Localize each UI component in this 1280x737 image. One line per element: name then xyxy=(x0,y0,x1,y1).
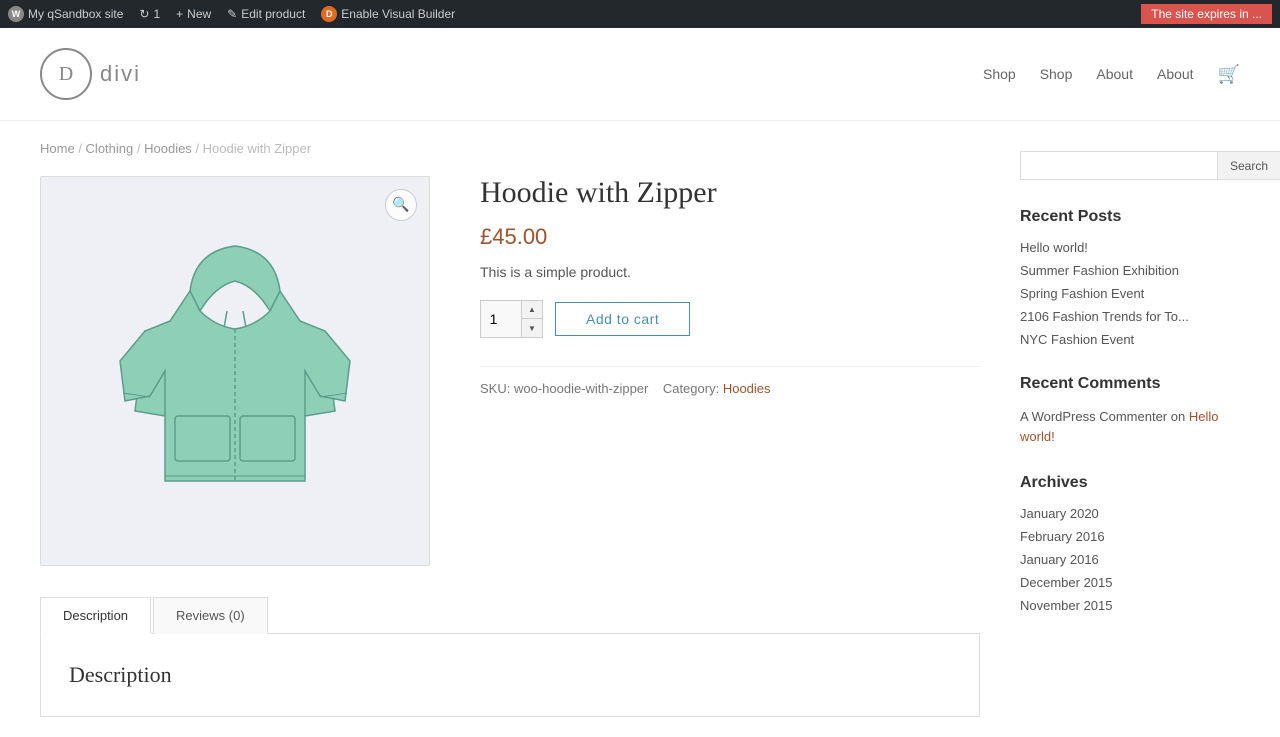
product-info: Hoodie with Zipper £45.00 This is a simp… xyxy=(480,176,980,566)
logo[interactable]: D divi xyxy=(40,48,141,100)
sidebar-recent-comments: Recent Comments A WordPress Commenter on… xyxy=(1020,375,1240,446)
zoom-icon[interactable]: 🔍 xyxy=(385,189,417,221)
admin-new-label: New xyxy=(187,7,211,21)
admin-pencil-icon: ✎ xyxy=(227,7,237,21)
sidebar: Search Recent Posts Hello world! Summer … xyxy=(1020,141,1240,717)
admin-vb-label: Enable Visual Builder xyxy=(341,7,455,21)
logo-text: divi xyxy=(100,61,141,87)
admin-vb[interactable]: D Enable Visual Builder xyxy=(321,6,455,22)
sidebar-archives: Archives January 2020 February 2016 Janu… xyxy=(1020,474,1240,613)
breadcrumb-sep-3: / xyxy=(195,141,202,156)
product-description: This is a simple product. xyxy=(480,264,980,280)
admin-wp-icon: W xyxy=(8,6,24,22)
product-image-area: 🔍 xyxy=(40,176,440,566)
admin-plus-icon: + xyxy=(176,7,183,21)
admin-site-label: My qSandbox site xyxy=(28,7,123,21)
admin-edit-label: Edit product xyxy=(241,7,305,21)
product-image-svg xyxy=(115,231,355,511)
cart-icon[interactable]: 🛒 xyxy=(1218,64,1240,85)
admin-edit[interactable]: ✎ Edit product xyxy=(227,7,305,21)
product-meta: SKU: woo-hoodie-with-zipper Category: Ho… xyxy=(480,366,980,396)
archive-1[interactable]: February 2016 xyxy=(1020,529,1240,544)
tabs-area: Description Reviews (0) Description xyxy=(40,596,980,717)
recent-post-3[interactable]: 2106 Fashion Trends for To... xyxy=(1020,309,1240,324)
category-link[interactable]: Hoodies xyxy=(723,381,771,396)
breadcrumb-current: Hoodie with Zipper xyxy=(203,141,311,156)
category-label: Category: xyxy=(663,381,719,396)
archive-3[interactable]: December 2015 xyxy=(1020,575,1240,590)
qty-down-button[interactable]: ▼ xyxy=(522,319,542,337)
nav-about-2[interactable]: About xyxy=(1157,66,1194,82)
product-layout: 🔍 xyxy=(40,176,980,566)
admin-bar: W My qSandbox site ↻ 1 + New ✎ Edit prod… xyxy=(0,0,1280,28)
recent-post-0[interactable]: Hello world! xyxy=(1020,240,1240,255)
content-area: Home / Clothing / Hoodies / Hoodie with … xyxy=(40,141,980,717)
breadcrumb-home[interactable]: Home xyxy=(40,141,75,156)
main-nav: Shop Shop About About 🛒 xyxy=(983,64,1240,85)
breadcrumb-hoodies[interactable]: Hoodies xyxy=(144,141,192,156)
sidebar-search: Search xyxy=(1020,151,1240,180)
product-title: Hoodie with Zipper xyxy=(480,176,980,210)
qty-arrows: ▲ ▼ xyxy=(521,301,542,337)
search-input[interactable] xyxy=(1020,151,1218,180)
tab-content-description: Description xyxy=(40,634,980,717)
archive-4[interactable]: November 2015 xyxy=(1020,598,1240,613)
site-header: D divi Shop Shop About About 🛒 xyxy=(0,28,1280,121)
product-price: £45.00 xyxy=(480,224,980,250)
nav-shop-1[interactable]: Shop xyxy=(983,66,1016,82)
product-image-box[interactable]: 🔍 xyxy=(40,176,430,566)
logo-letter: D xyxy=(59,63,73,86)
recent-comment-0: A WordPress Commenter on Hello world! xyxy=(1020,407,1240,446)
tabs-nav: Description Reviews (0) xyxy=(40,596,980,634)
tab-reviews[interactable]: Reviews (0) xyxy=(153,597,268,634)
breadcrumb-clothing[interactable]: Clothing xyxy=(86,141,134,156)
sku-label: SKU: xyxy=(480,381,510,396)
archive-0[interactable]: January 2020 xyxy=(1020,506,1240,521)
recent-post-4[interactable]: NYC Fashion Event xyxy=(1020,332,1240,347)
admin-site-name[interactable]: W My qSandbox site xyxy=(8,6,123,22)
admin-update-icon: ↻ xyxy=(139,7,149,21)
sku-value: woo-hoodie-with-zipper xyxy=(514,381,648,396)
admin-update-count: 1 xyxy=(153,7,160,21)
recent-post-1[interactable]: Summer Fashion Exhibition xyxy=(1020,263,1240,278)
breadcrumb-sep-1: / xyxy=(78,141,85,156)
add-to-cart-row: ▲ ▼ Add to cart xyxy=(480,300,980,338)
admin-divi-icon: D xyxy=(321,6,337,22)
admin-updates[interactable]: ↻ 1 xyxy=(139,7,160,21)
description-heading: Description xyxy=(69,662,951,688)
search-button[interactable]: Search xyxy=(1218,151,1280,180)
recent-posts-title: Recent Posts xyxy=(1020,208,1240,226)
nav-about-1[interactable]: About xyxy=(1096,66,1133,82)
archive-2[interactable]: January 2016 xyxy=(1020,552,1240,567)
qty-input-wrap: ▲ ▼ xyxy=(480,300,543,338)
qty-up-button[interactable]: ▲ xyxy=(522,301,542,319)
tab-description[interactable]: Description xyxy=(40,597,151,634)
logo-circle: D xyxy=(40,48,92,100)
nav-shop-2[interactable]: Shop xyxy=(1040,66,1073,82)
admin-expiry: The site expires in ... xyxy=(1141,4,1272,24)
admin-new[interactable]: + New xyxy=(176,7,211,21)
add-to-cart-button[interactable]: Add to cart xyxy=(555,302,690,336)
recent-post-2[interactable]: Spring Fashion Event xyxy=(1020,286,1240,301)
qty-input[interactable] xyxy=(481,301,521,337)
breadcrumb: Home / Clothing / Hoodies / Hoodie with … xyxy=(40,141,980,156)
sidebar-recent-posts: Recent Posts Hello world! Summer Fashion… xyxy=(1020,208,1240,347)
main-container: Home / Clothing / Hoodies / Hoodie with … xyxy=(0,121,1280,737)
archives-title: Archives xyxy=(1020,474,1240,492)
recent-comments-title: Recent Comments xyxy=(1020,375,1240,393)
